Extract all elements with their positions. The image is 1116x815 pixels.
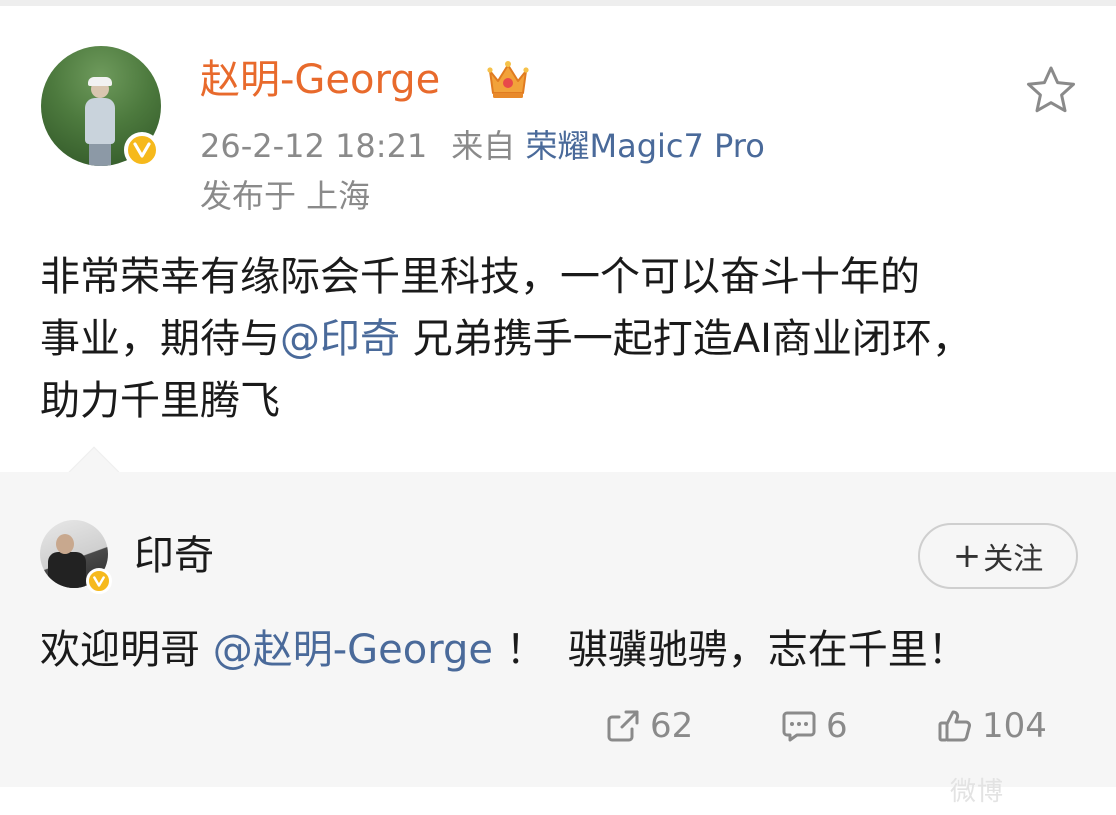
post-body-text: 事业，期待与 xyxy=(40,316,280,362)
like-count: 104 xyxy=(982,706,1047,746)
post-time: 26-2-12 18:21 xyxy=(200,127,428,165)
thumbs-up-icon xyxy=(938,710,971,742)
avatar-figure-legs xyxy=(89,142,111,166)
comment-icon xyxy=(782,711,816,742)
caret-cover xyxy=(0,472,1116,474)
repost-text-part: 欢迎明哥 xyxy=(40,627,213,673)
author-name[interactable]: 赵明-George xyxy=(200,54,440,106)
comment-count: 6 xyxy=(826,706,848,746)
bottom-area xyxy=(0,787,1116,815)
repost-author-name[interactable]: 印奇 xyxy=(134,530,214,582)
verified-v-icon xyxy=(124,132,160,168)
mention-link[interactable]: @赵明-George xyxy=(213,627,493,673)
crown-icon xyxy=(487,61,529,98)
repost-action[interactable]: 62 xyxy=(604,700,693,752)
avatar-figure-body xyxy=(85,98,115,144)
follow-label: 关注 xyxy=(983,542,1044,577)
source-prefix: 来自 xyxy=(451,127,516,165)
post-meta: 26-2-12 18:21 来自 荣耀Magic7 Pro xyxy=(200,124,765,168)
verified-v-icon xyxy=(86,568,112,594)
like-action[interactable]: 104 xyxy=(936,700,1047,752)
avatar-figure-head xyxy=(56,534,74,554)
post-body-line-3: 助力千里腾飞 xyxy=(40,378,280,424)
plus-icon: + xyxy=(952,536,982,576)
post-body-line-1: 非常荣幸有缘际会千里科技，一个可以奋斗十年的 xyxy=(40,254,920,300)
weibo-watermark: 微博 xyxy=(950,777,1005,807)
mention-link[interactable]: @印奇 xyxy=(280,316,400,362)
star-favorite-icon[interactable] xyxy=(1024,64,1078,118)
avatar-figure-body xyxy=(48,552,86,588)
post-location: 发布于 上海 xyxy=(200,177,371,215)
repost-text: 欢迎明哥 @赵明-George ！ 骐骥驰骋，志在千里！ xyxy=(40,622,968,678)
post-body: 非常荣幸有缘际会千里科技，一个可以奋斗十年的 事业，期待与@印奇 兄弟携手一起打… xyxy=(40,246,1090,432)
repost-text-part: 骐骥驰骋，志在千里！ xyxy=(567,627,968,673)
follow-button[interactable]: + 关注 xyxy=(918,523,1078,589)
share-icon xyxy=(607,710,639,742)
post-body-text: 兄弟携手一起打造AI商业闭环， xyxy=(400,316,972,362)
source-device-link[interactable]: 荣耀Magic7 Pro xyxy=(525,127,764,165)
repost-count: 62 xyxy=(650,706,694,746)
avatar-figure-cap xyxy=(88,77,112,86)
repost-text-part: ！ xyxy=(492,627,546,673)
post-body-line-2: 事业，期待与@印奇 兄弟携手一起打造AI商业闭环， xyxy=(40,308,1090,370)
comment-action[interactable]: 6 xyxy=(780,700,848,752)
